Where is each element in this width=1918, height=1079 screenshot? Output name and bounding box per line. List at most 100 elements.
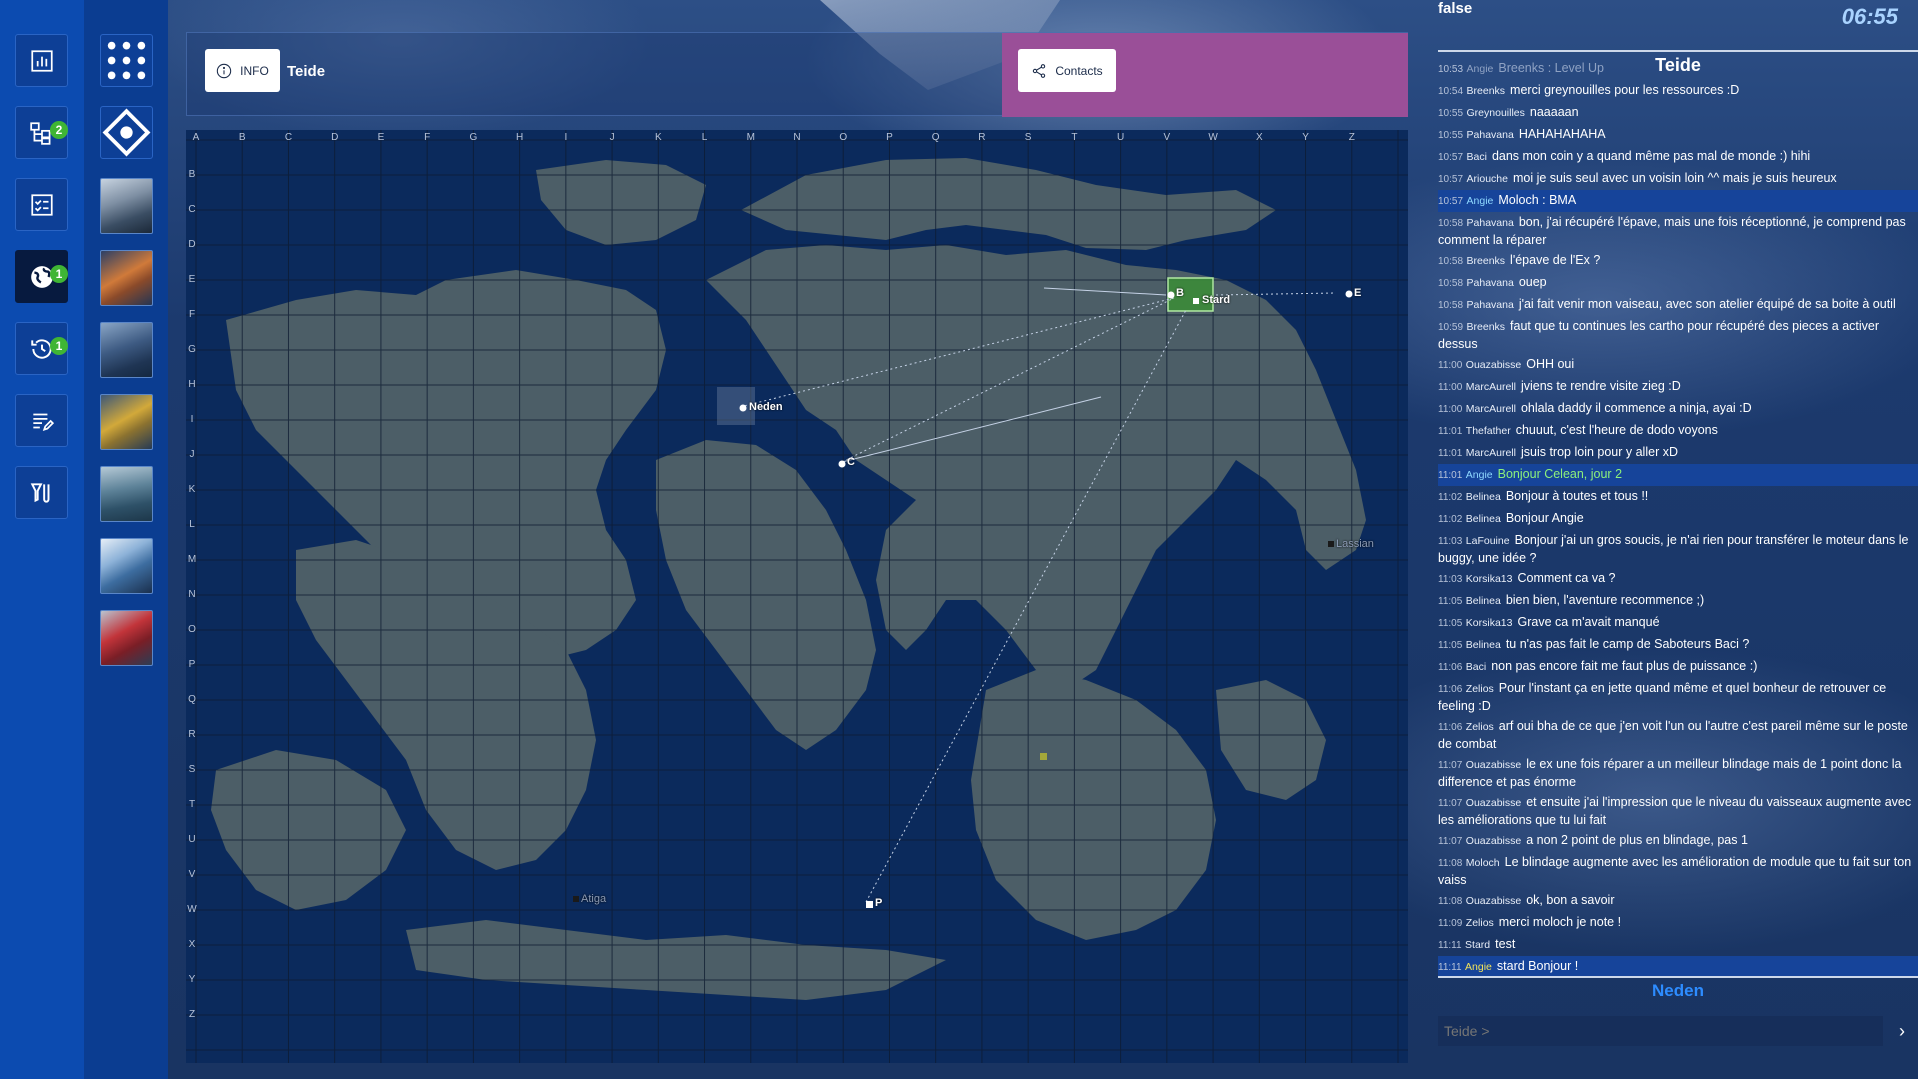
map-col-label: E bbox=[377, 132, 385, 143]
chat-message-time: 11:06 bbox=[1438, 684, 1463, 695]
chat-message-user[interactable]: Ouazabisse bbox=[1466, 895, 1521, 907]
chat-input[interactable] bbox=[1438, 1016, 1883, 1046]
chat-message-user[interactable]: Belinea bbox=[1466, 513, 1501, 525]
chat-message-time: 11:00 bbox=[1438, 360, 1463, 371]
contacts-button[interactable]: Contacts bbox=[1018, 49, 1116, 92]
filter-button[interactable] bbox=[15, 466, 68, 519]
marker-b-label[interactable]: B bbox=[1176, 287, 1184, 299]
chat-message-user[interactable]: LaFouine bbox=[1466, 535, 1510, 547]
chat-message-user[interactable]: Angie bbox=[1466, 469, 1493, 481]
chat-message-user[interactable]: Angie bbox=[1467, 63, 1494, 75]
world-button[interactable]: 1 bbox=[15, 250, 68, 303]
stats-button[interactable] bbox=[15, 34, 68, 87]
chat-message-user[interactable]: Angie bbox=[1467, 195, 1494, 207]
chat-message-user[interactable]: Moloch bbox=[1466, 857, 1500, 869]
chat-message-user[interactable]: Ariouche bbox=[1467, 173, 1508, 185]
notes-button[interactable] bbox=[15, 394, 68, 447]
chat-message-text: Breenks : Level Up bbox=[1498, 61, 1604, 75]
chat-message-text: Bonjour Angie bbox=[1505, 511, 1584, 525]
chat-message-user[interactable]: Belinea bbox=[1466, 491, 1501, 503]
map-col-label: A bbox=[192, 132, 200, 143]
marker-e-label[interactable]: E bbox=[1354, 287, 1361, 299]
chat-message-user[interactable]: Korsika13 bbox=[1466, 573, 1513, 585]
world-map[interactable]: A B C D E F G H I J K L M N O P Q R S T U V W X Y Z B C D E F G H I J K L M N… bbox=[186, 130, 1408, 1063]
ship-thumbnail-6[interactable] bbox=[100, 538, 153, 594]
marker-atiga-label[interactable]: Atiga bbox=[581, 893, 606, 905]
chat-message-time: 10:57 bbox=[1438, 174, 1464, 185]
marker-p-dot bbox=[866, 901, 873, 908]
chat-message-user[interactable]: Thefather bbox=[1466, 425, 1511, 437]
map-col-label: P bbox=[886, 132, 893, 143]
chat-message-user[interactable]: Breenks bbox=[1467, 85, 1506, 97]
chat-message-user[interactable]: Ouazabisse bbox=[1466, 759, 1521, 771]
chat-message-user[interactable]: Pahavana bbox=[1467, 299, 1514, 311]
marker-neden-label[interactable]: Neden bbox=[749, 401, 783, 413]
map-row-label: V bbox=[188, 869, 196, 880]
chat-message-text: moi je suis seul avec un voisin loin ^^ … bbox=[1512, 171, 1837, 185]
chat-message-user[interactable]: MarcAurell bbox=[1466, 447, 1516, 459]
chat-message-time: 10:58 bbox=[1438, 218, 1464, 229]
ship-thumbnail-2[interactable] bbox=[100, 250, 153, 306]
ship-thumbnail-7[interactable] bbox=[100, 610, 153, 666]
chat-message: 11:06 Zelios Pour l'instant ça en jette q… bbox=[1438, 678, 1918, 716]
map-row-label: T bbox=[188, 799, 196, 810]
ship-thumbnail-3[interactable] bbox=[100, 322, 153, 378]
chat-message-user[interactable]: MarcAurell bbox=[1466, 403, 1516, 415]
chat-message-user[interactable]: Breenks bbox=[1467, 255, 1506, 267]
chat-message-user[interactable]: Ouazabisse bbox=[1466, 835, 1521, 847]
chat-message-user[interactable]: Baci bbox=[1467, 151, 1487, 163]
history-button[interactable]: 1 bbox=[15, 322, 68, 375]
chat-message-user[interactable]: Angie bbox=[1465, 961, 1492, 973]
chat-message-user[interactable]: Pahavana bbox=[1467, 277, 1514, 289]
marker-stard-label[interactable]: Stard bbox=[1202, 294, 1230, 306]
chat-message-user[interactable]: Zelios bbox=[1466, 683, 1494, 695]
tasks-button[interactable] bbox=[15, 178, 68, 231]
map-row-label: R bbox=[188, 729, 196, 740]
game-clock: 06:55 bbox=[1841, 4, 1898, 29]
navigate-button[interactable] bbox=[100, 106, 153, 159]
chat-message-user[interactable]: Ouazabisse bbox=[1466, 359, 1521, 371]
chat-message: 11:08 Moloch Le blindage augmente avec le… bbox=[1438, 852, 1918, 890]
chat-message-user[interactable]: Stard bbox=[1465, 939, 1490, 951]
hierarchy-button[interactable]: 2 bbox=[15, 106, 68, 159]
chat-footer-divider bbox=[1438, 976, 1918, 978]
chat-message-user[interactable]: Baci bbox=[1466, 661, 1486, 673]
chat-message-text: OHH oui bbox=[1526, 357, 1575, 371]
chat-message: 10:58 Pahavana j'ai fait venir mon vaisea… bbox=[1438, 294, 1918, 316]
ship-thumbnail-4[interactable] bbox=[100, 394, 153, 450]
chat-message: 10:57 Ariouche moi je suis seul avec un v… bbox=[1438, 168, 1918, 190]
marker-lassian-label[interactable]: Lassian bbox=[1336, 538, 1374, 550]
chat-footer-channel[interactable]: Neden bbox=[1438, 981, 1918, 1001]
marker-c-label[interactable]: C bbox=[847, 456, 855, 468]
chat-message-user[interactable]: Ouazabisse bbox=[1466, 797, 1521, 809]
chat-message-user[interactable]: Zelios bbox=[1466, 917, 1494, 929]
chat-message-user[interactable]: Pahavana bbox=[1467, 129, 1514, 141]
chat-message-text: Moloch : BMA bbox=[1498, 193, 1577, 207]
chat-message-user[interactable]: MarcAurell bbox=[1466, 381, 1516, 393]
chat-message-user[interactable]: Greynouilles bbox=[1467, 107, 1525, 119]
chat-message: 11:03 LaFouine Bonjour j'ai un gros souci… bbox=[1438, 530, 1918, 568]
map-row-label: B bbox=[188, 169, 196, 180]
chat-message-time: 11:06 bbox=[1438, 662, 1463, 673]
chat-message-user[interactable]: Zelios bbox=[1466, 721, 1494, 733]
chat-message-text: jsuis trop loin pour y aller xD bbox=[1520, 445, 1678, 459]
chat-message-time: 10:57 bbox=[1438, 196, 1464, 207]
chat-message-user[interactable]: Belinea bbox=[1466, 639, 1501, 651]
ship-thumbnail-5[interactable] bbox=[100, 466, 153, 522]
info-button[interactable]: INFO bbox=[205, 49, 280, 92]
map-col-label: O bbox=[839, 132, 848, 143]
chat-message-user[interactable]: Belinea bbox=[1466, 595, 1501, 607]
chat-message-user[interactable]: Korsika13 bbox=[1466, 617, 1513, 629]
chat-message-list[interactable]: 10:53 Angie Breenks : Level Up 10:54 Breen… bbox=[1438, 58, 1918, 978]
chat-message-time: 11:03 bbox=[1438, 536, 1463, 547]
marker-p-label[interactable]: P bbox=[875, 897, 882, 909]
chat-message-text: Pour l'instant ça en jette quand même et… bbox=[1438, 681, 1887, 713]
chat-message-text: test bbox=[1495, 937, 1516, 951]
chat-message-user[interactable]: Pahavana bbox=[1467, 217, 1514, 229]
chat-message-user[interactable]: Breenks bbox=[1467, 321, 1506, 333]
chevron-right-icon[interactable]: › bbox=[1890, 1016, 1914, 1046]
apps-grid-button[interactable] bbox=[100, 34, 153, 87]
chat-message-time: 10:58 bbox=[1438, 256, 1464, 267]
ship-thumbnail-1[interactable] bbox=[100, 178, 153, 234]
chat-message-text: j'ai fait venir mon vaiseau, avec son at… bbox=[1518, 297, 1896, 311]
